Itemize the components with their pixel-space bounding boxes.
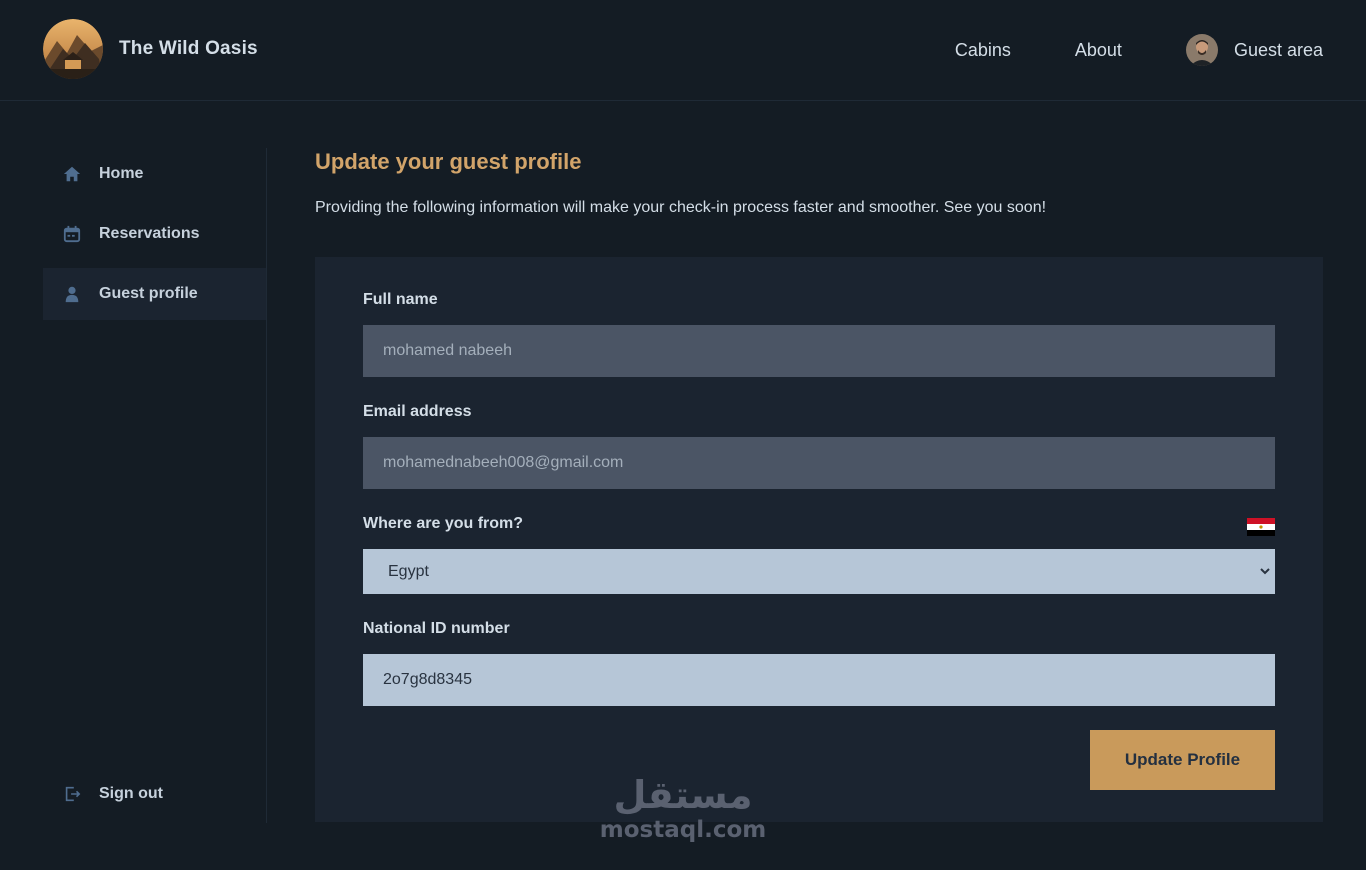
sidebar-item-home[interactable]: Home [43,148,266,200]
watermark-arabic: مستقل [613,773,753,817]
watermark-latin: mostaql.com [599,817,767,843]
nav-guest-area-link[interactable]: Guest area [1185,34,1323,66]
logo-image [43,19,103,79]
top-header: The Wild Oasis Cabins About Guest area [0,0,1366,101]
email-label: Email address [363,403,472,420]
sidebar-item-label: Reservations [99,225,200,242]
sidebar-item-reservations[interactable]: Reservations [43,208,266,260]
sidebar-item-guest-profile[interactable]: Guest profile [43,268,266,320]
sidebar-nav: Home Reservations Guest profile Sign out [43,148,267,823]
calendar-icon [63,225,81,243]
sidebar-item-label: Home [99,165,144,182]
brand-logo-link[interactable]: The Wild Oasis [43,19,258,79]
full-name-field[interactable]: mohamed nabeeh [363,325,1275,377]
main-nav: Cabins About Guest area [891,0,1323,100]
home-icon [63,165,81,183]
sign-out-button[interactable]: Sign out [43,768,266,820]
sign-out-label: Sign out [99,785,163,802]
update-profile-button[interactable]: Update Profile [1090,730,1275,790]
nav-about-link[interactable]: About [1075,40,1122,61]
country-label: Where are you from? [363,515,524,532]
user-icon [63,285,81,303]
email-field[interactable]: mohamednabeeh008@gmail.com [363,437,1275,489]
sign-out-icon [63,785,81,803]
full-name-label: Full name [363,291,438,308]
national-id-label: National ID number [363,620,510,637]
chevron-down-icon [1259,564,1271,582]
sidebar-item-label: Guest profile [99,285,198,302]
guest-area-label: Guest area [1233,39,1323,60]
page-title: Update your guest profile [315,149,582,174]
brand-name: The Wild Oasis [119,38,258,59]
nav-cabins-link[interactable]: Cabins [955,40,1011,61]
egypt-flag-icon [1247,518,1275,536]
national-id-field[interactable]: 2o7g8d8345 [363,654,1275,706]
user-avatar [1185,34,1218,66]
profile-form: Full name mohamed nabeeh Email address m… [315,257,1323,822]
page-subtitle: Providing the following information will… [315,199,1047,216]
country-selected-value: Egypt [388,562,429,580]
watermark: مستقل mostaql.com [598,770,768,844]
country-select[interactable]: Egypt [363,549,1275,594]
